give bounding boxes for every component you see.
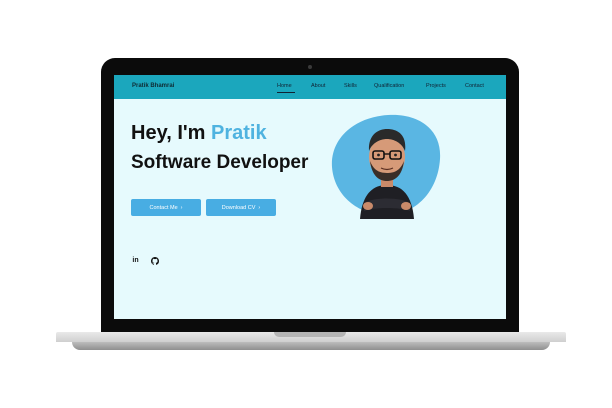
hero-title: Software Developer — [131, 152, 309, 173]
nav-contact[interactable]: Contact — [465, 83, 484, 89]
avatar-illustration — [330, 111, 445, 221]
nav-active-underline — [277, 92, 295, 93]
nav-qualification[interactable]: Qualification — [374, 83, 404, 89]
navbar: Pratik Bhamrai Home About Skills Qualifi… — [114, 75, 506, 99]
github-icon[interactable] — [150, 256, 159, 265]
hero-greeting: Hey, I'm Pratik — [131, 122, 267, 145]
brand-logo[interactable]: Pratik Bhamrai — [132, 83, 174, 89]
website-screen: Pratik Bhamrai Home About Skills Qualifi… — [114, 75, 506, 319]
nav-home[interactable]: Home — [277, 83, 292, 89]
contact-me-button[interactable]: Contact Me › — [131, 199, 201, 216]
nav-about[interactable]: About — [311, 83, 325, 89]
laptop-notch — [274, 332, 346, 337]
hero-name: Pratik — [210, 122, 267, 144]
contact-me-label: Contact Me — [149, 204, 178, 211]
download-cv-label: Download CV — [221, 204, 256, 211]
hero-greeting-text: Hey, I'm — [131, 122, 211, 144]
chevron-right-icon: › — [258, 204, 261, 211]
laptop-base-bottom — [72, 342, 550, 350]
nav-skills[interactable]: Skills — [344, 83, 357, 89]
chevron-right-icon: › — [180, 204, 183, 211]
linkedin-icon[interactable]: in — [131, 256, 140, 265]
camera-dot — [308, 65, 312, 69]
avatar-svg — [331, 114, 441, 219]
github-icon-svg — [150, 256, 159, 265]
nav-projects[interactable]: Projects — [426, 83, 446, 89]
download-cv-button[interactable]: Download CV › — [206, 199, 276, 216]
